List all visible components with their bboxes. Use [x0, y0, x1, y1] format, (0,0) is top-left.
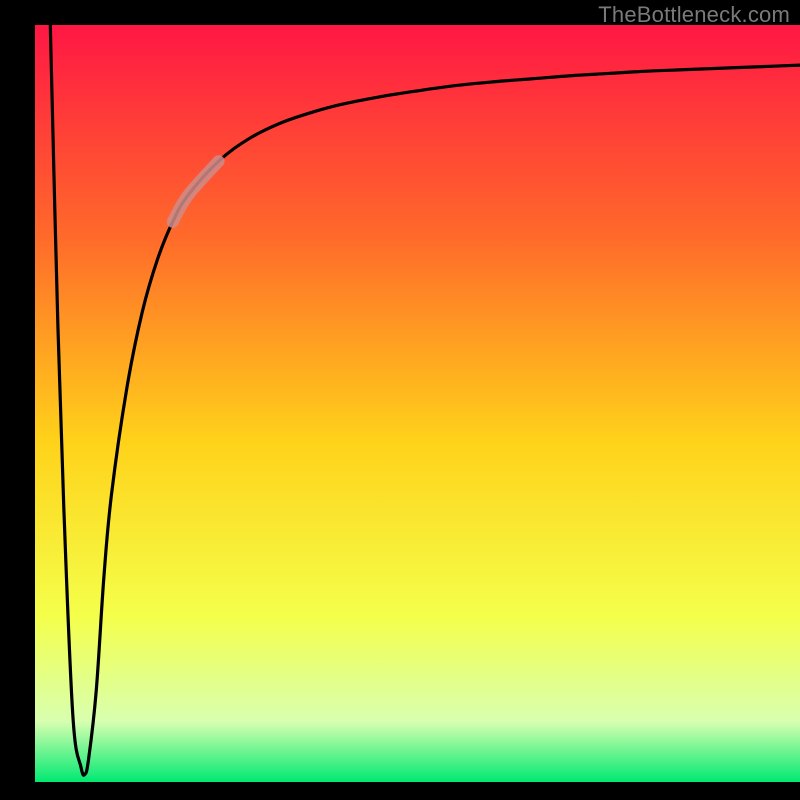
plot-area — [35, 25, 800, 782]
watermark-label: TheBottleneck.com — [598, 2, 790, 28]
chart-svg — [0, 0, 800, 800]
chart-frame: TheBottleneck.com — [0, 0, 800, 800]
